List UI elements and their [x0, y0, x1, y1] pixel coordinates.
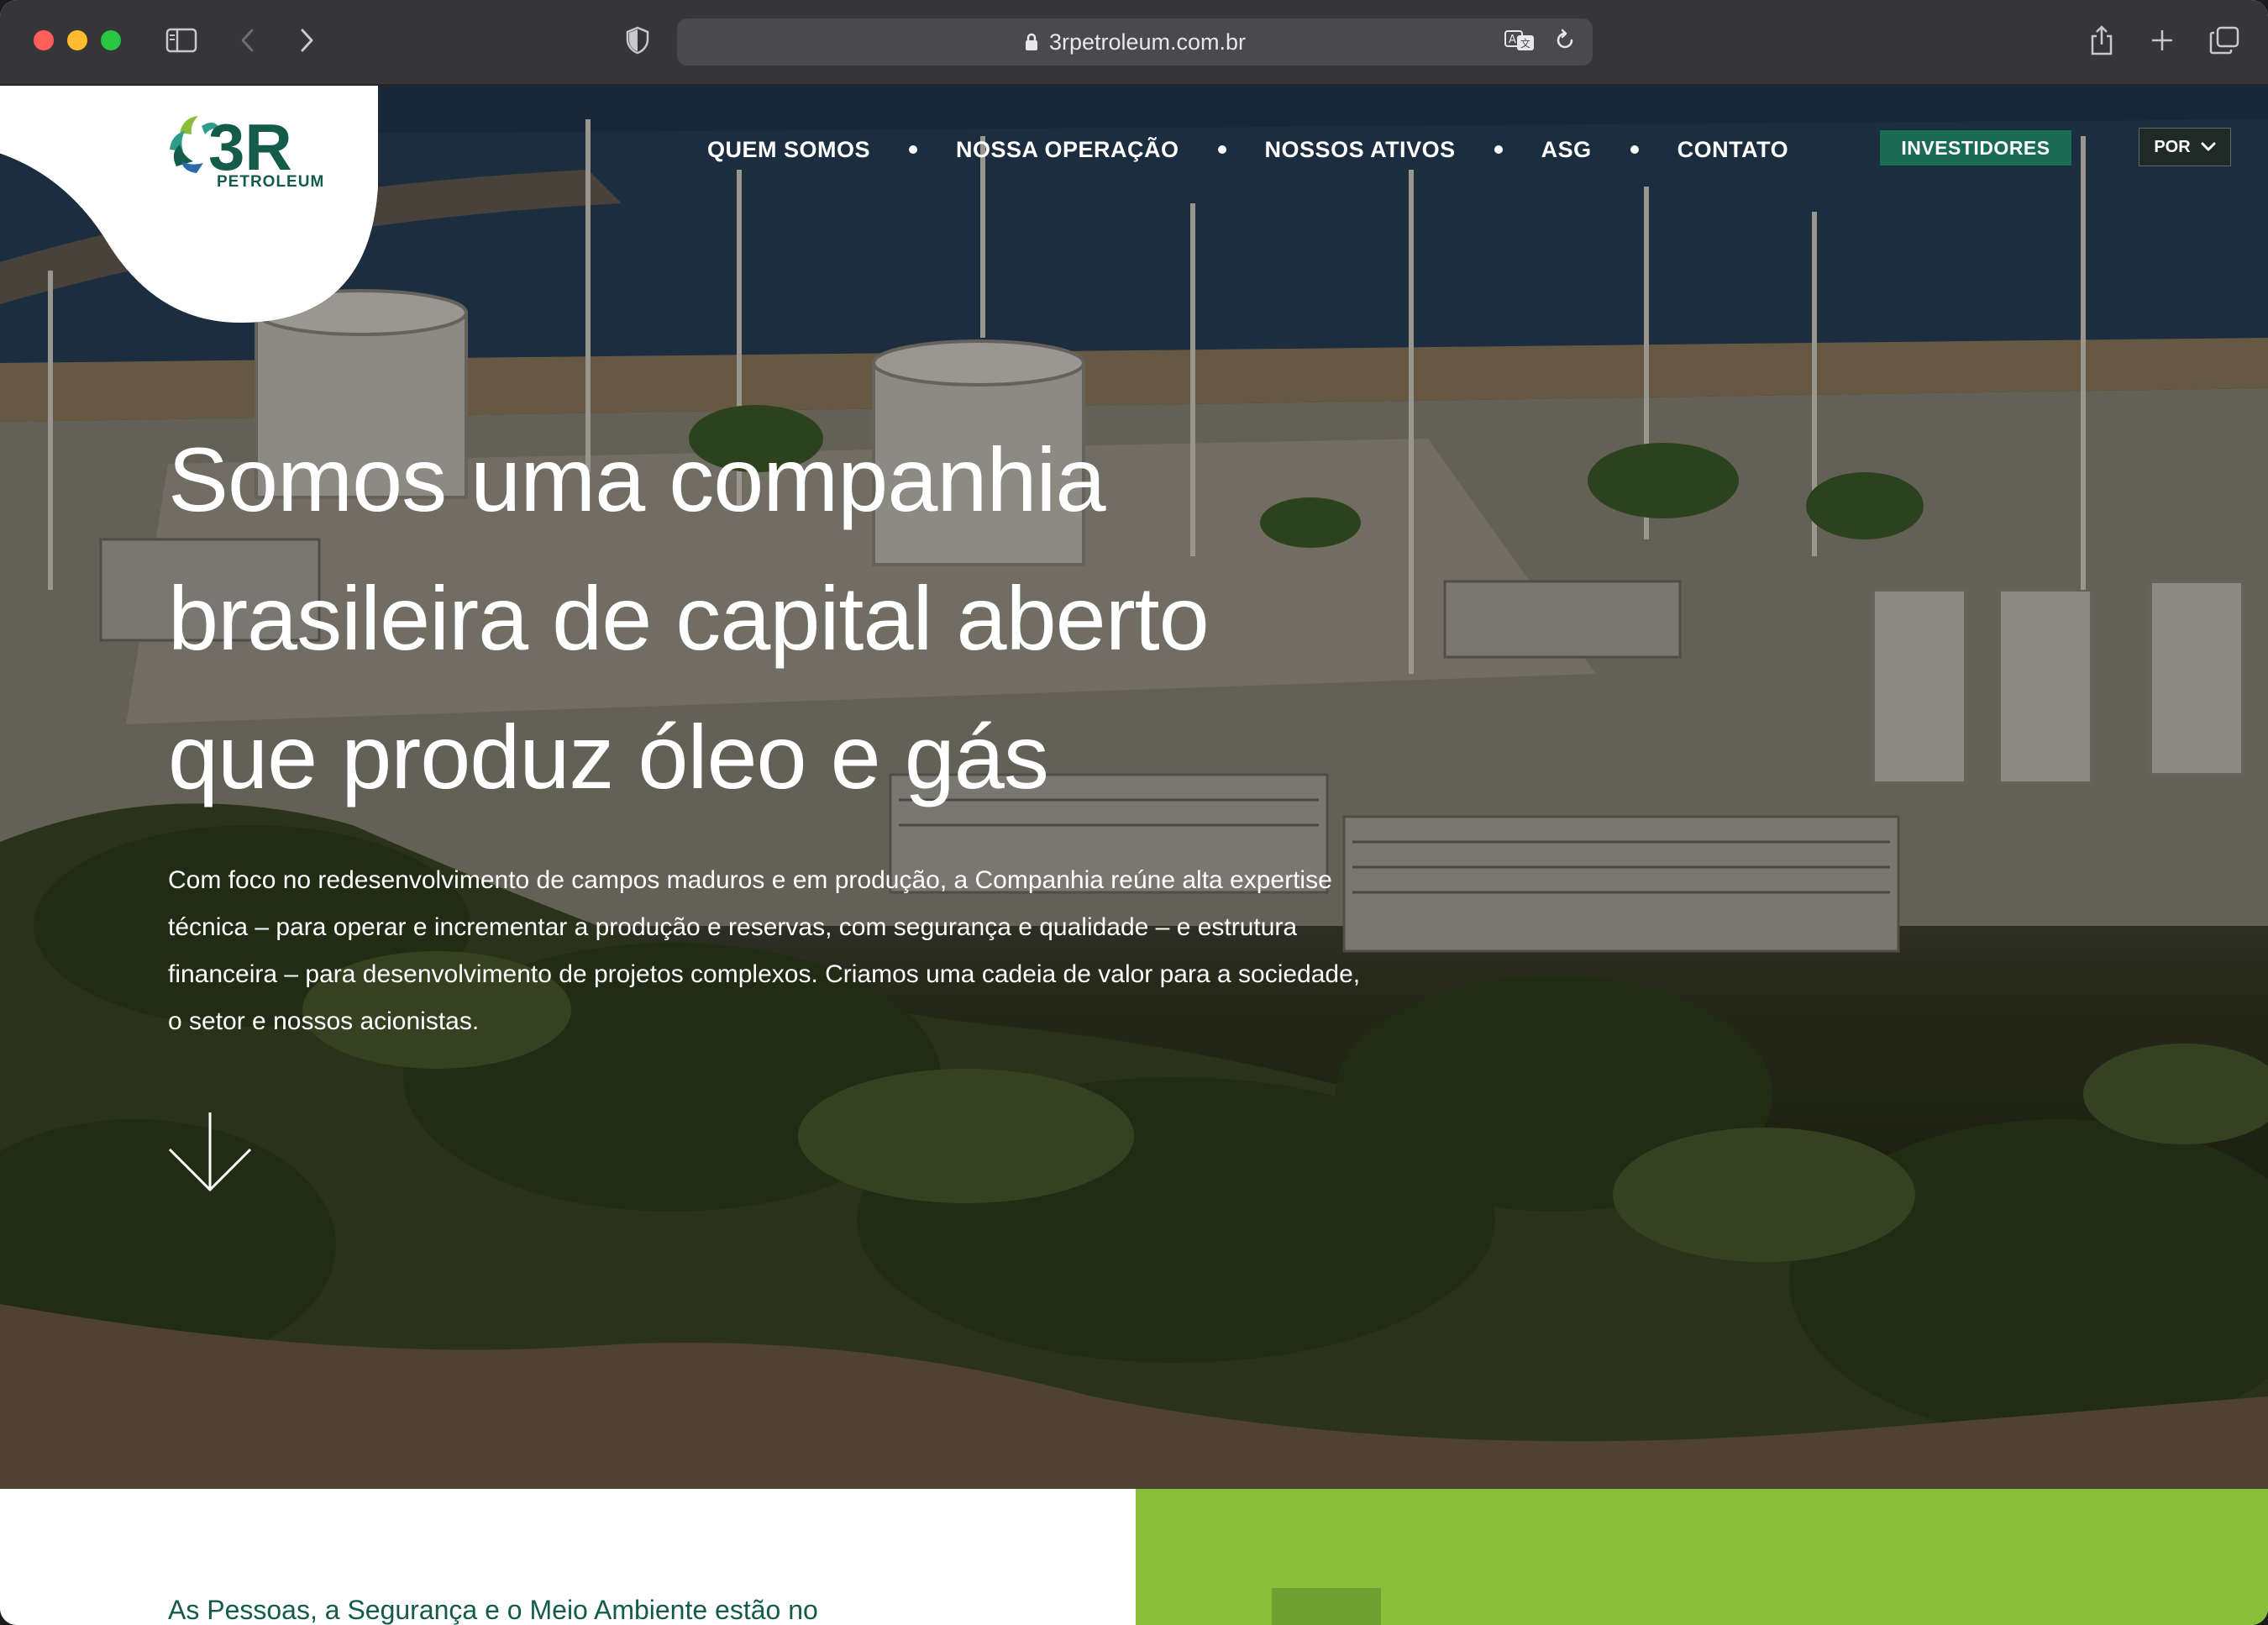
back-icon[interactable] — [235, 24, 260, 57]
nav-item-contato[interactable]: CONTATO — [1677, 137, 1789, 163]
lock-icon — [1024, 32, 1039, 52]
minimize-window-button[interactable] — [67, 30, 87, 50]
privacy-shield-icon[interactable] — [623, 24, 652, 57]
zoom-window-button[interactable] — [101, 30, 121, 50]
language-value: POR — [2154, 137, 2191, 156]
sidebar-icon[interactable] — [165, 24, 198, 57]
tab-overview-icon[interactable] — [2208, 24, 2241, 57]
forward-icon[interactable] — [294, 24, 319, 57]
hero-title-line: Somos uma companhia — [168, 429, 1106, 530]
hero-description-line: financeira – para desenvolvimento de pro… — [168, 960, 1361, 988]
hero-title: Somos uma companhia brasileira de capita… — [168, 410, 1428, 826]
investors-button[interactable]: INVESTIDORES — [1880, 130, 2071, 166]
hero-section: 3R PETROLEUM QUEM SOMOS NOSSA OPERAÇÃO N… — [0, 86, 2268, 1489]
nav-item-nossos-ativos[interactable]: NOSSOS ATIVOS — [1265, 137, 1456, 163]
url-text: 3rpetroleum.com.br — [1048, 29, 1247, 55]
svg-text:A: A — [1509, 34, 1516, 46]
nav-separator-dot — [909, 145, 918, 154]
nav-separator-dot — [1630, 145, 1639, 154]
share-icon[interactable] — [2087, 24, 2117, 57]
nav-item-nossa-operacao[interactable]: NOSSA OPERAÇÃO — [956, 137, 1179, 163]
nav-item-asg[interactable]: ASG — [1541, 137, 1592, 163]
svg-text:文: 文 — [1520, 37, 1530, 50]
translate-icon[interactable]: A文 — [1504, 29, 1536, 58]
address-bar[interactable]: 3rpetroleum.com.br A文 — [677, 18, 1593, 66]
nav-separator-dot — [1494, 145, 1503, 154]
green-panel-decoration — [1272, 1588, 1381, 1625]
hero-description: Com foco no redesenvolvimento de campos … — [168, 857, 1478, 1045]
chevron-down-icon — [2201, 138, 2216, 157]
hero-description-line: técnica – para operar e incrementar a pr… — [168, 913, 1298, 941]
values-section: As Pessoas, a Segurança e o Meio Ambient… — [0, 1489, 2268, 1625]
main-navigation: QUEM SOMOS NOSSA OPERAÇÃO NOSSOS ATIVOS … — [707, 133, 1788, 166]
hero-title-line: que produz óleo e gás — [168, 706, 1049, 807]
section-heading: As Pessoas, a Segurança e o Meio Ambient… — [168, 1595, 818, 1625]
hero-title-line: brasileira de capital aberto — [168, 567, 1210, 669]
scroll-down-arrow-icon[interactable] — [168, 1111, 252, 1195]
language-select[interactable]: POR — [2139, 128, 2231, 166]
green-panel — [1136, 1489, 2268, 1625]
browser-window: 3rpetroleum.com.br A文 3R PETROLEUM QUEM … — [0, 0, 2268, 1625]
hero-description-line: o setor e nossos acionistas. — [168, 1007, 480, 1035]
browser-toolbar: 3rpetroleum.com.br A文 — [0, 0, 2268, 86]
close-window-button[interactable] — [34, 30, 54, 50]
reload-icon[interactable] — [1554, 29, 1576, 58]
hero-description-line: Com foco no redesenvolvimento de campos … — [168, 866, 1332, 894]
nav-separator-dot — [1217, 145, 1226, 154]
new-tab-icon[interactable] — [2147, 24, 2177, 57]
nav-item-quem-somos[interactable]: QUEM SOMOS — [707, 137, 870, 163]
logo-wordmark: PETROLEUM — [217, 173, 325, 191]
